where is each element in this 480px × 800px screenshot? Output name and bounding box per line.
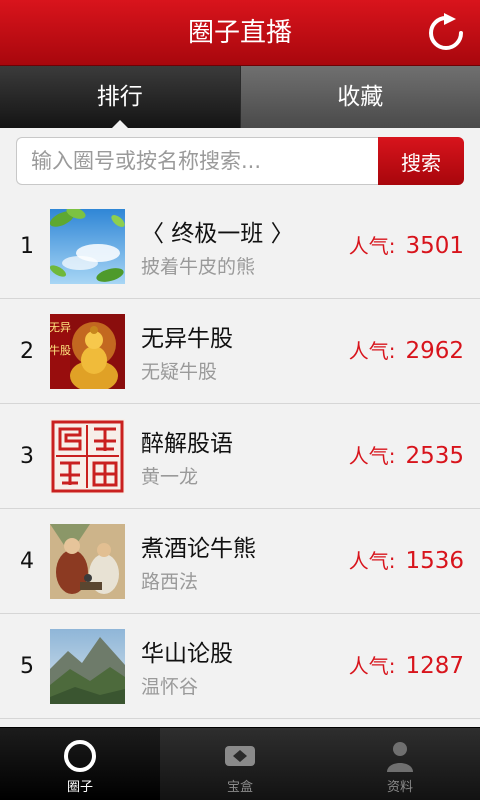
popularity-label: 人气: [348,549,396,573]
circle-owner: 无疑牛股 [141,361,218,383]
circle-owner: 披着牛皮的熊 [141,256,256,278]
search-button[interactable]: 搜索 [378,137,464,185]
popularity-value: 2535 [405,443,464,469]
popularity-label: 人气: [348,234,396,258]
thumb-text: 无异 [50,321,71,334]
golden-buddha-image: 无异 牛股 [50,314,125,389]
nav-circle-label: 圈子 [66,780,93,795]
nav-circle[interactable]: 圈子 [0,728,160,800]
sky-leaves-image [50,209,125,284]
circle-name: 〈 终极一班 〉 [141,221,294,247]
thumb-text: 牛股 [50,343,71,357]
nav-box[interactable]: 宝盒 [160,728,320,800]
popularity: 人气: 1287 [349,614,464,719]
list-item[interactable]: 2 无异 牛股 无异牛股 无疑牛股 人气: 2962 [0,299,480,404]
list-item[interactable]: 1 〈 终极一班 〉 披着牛皮的熊 人气: 3501 [0,194,480,299]
title-bar: 圈子直播 [0,0,480,66]
circle-owner: 路西法 [141,571,199,593]
popularity-label: 人气: [348,444,396,468]
mountain-image [50,629,125,704]
rank-number: 4 [20,549,34,574]
list-item[interactable]: 5 华山论股 温怀谷 人气: 1287 [0,614,480,719]
popularity: 人气: 3501 [349,194,464,299]
popularity-label: 人气: [348,339,396,363]
list-item[interactable]: 4 煮酒论牛熊 路西法 人气: 1536 [0,509,480,614]
active-tab-indicator [111,120,128,128]
circle-owner: 温怀谷 [141,676,199,698]
page-title: 圈子直播 [187,18,292,48]
popularity-value: 1536 [405,548,464,574]
circle-name: 煮酒论牛熊 [141,536,256,562]
tab-ranking-label: 排行 [96,84,143,110]
popularity: 人气: 2535 [349,404,464,509]
rank-number: 5 [20,654,34,679]
red-seal-image [50,419,125,494]
popularity-value: 2962 [405,338,464,364]
nav-box-label: 宝盒 [226,780,253,795]
tab-favorites[interactable]: 收藏 [239,66,480,128]
nav-profile-label: 资料 [386,780,413,795]
popularity-value: 3501 [405,233,464,259]
popularity-value: 1287 [405,653,464,679]
circle-ranking-list: 1 〈 终极一班 〉 披着牛皮的熊 人气: 3501 2 无异 牛股 无异牛股 … [0,194,480,719]
tab-favorites-label: 收藏 [337,84,384,110]
rank-number: 1 [20,234,34,259]
bottom-nav: 圈子 宝盒 资料 [0,727,480,800]
refresh-icon[interactable] [426,13,466,53]
box-icon [225,746,255,766]
tab-ranking[interactable]: 排行 [0,66,240,128]
search-input[interactable] [16,137,378,185]
ancient-painting-image [50,524,125,599]
tab-bar: 排行 收藏 [0,66,480,128]
popularity: 人气: 1536 [349,509,464,614]
circle-name: 醉解股语 [141,431,233,457]
popularity: 人气: 2962 [349,299,464,404]
circle-icon [64,740,96,772]
circle-owner: 黄一龙 [141,466,199,488]
nav-profile[interactable]: 资料 [320,728,480,800]
circle-name: 无异牛股 [141,326,233,352]
circle-name: 华山论股 [141,641,233,667]
search-bar: 搜索 [16,137,464,185]
rank-number: 2 [20,339,34,364]
rank-number: 3 [20,444,34,469]
profile-icon [387,742,413,772]
list-item[interactable]: 3 醉解股语 黄一龙 人气: 2535 [0,404,480,509]
popularity-label: 人气: [348,654,396,678]
